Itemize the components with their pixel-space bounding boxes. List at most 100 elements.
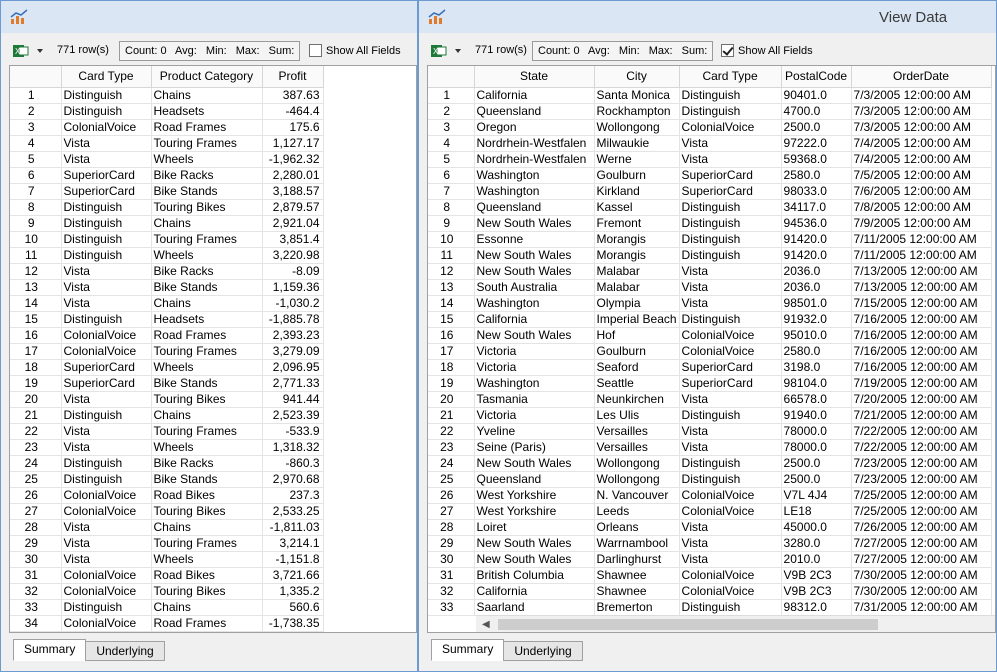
table-row[interactable]: 6 SuperiorCard Bike Racks 2,280.01	[10, 167, 324, 184]
table-cell[interactable]: 7/16/2005 12:00:00 AM	[851, 311, 992, 328]
table-cell[interactable]: British Columbia	[474, 567, 595, 584]
table-cell[interactable]: Malabar	[594, 263, 680, 280]
table-row[interactable]: 32 California Shawnee ColonialVoice V9B 2C3 7…	[428, 583, 992, 600]
table-cell[interactable]: Distinguish	[679, 247, 782, 264]
table-cell[interactable]: Distinguish	[679, 215, 782, 232]
table-cell[interactable]: 3280.0	[781, 535, 852, 552]
table-cell[interactable]: Bike Stands	[151, 471, 263, 488]
table-cell[interactable]: V9B 2C3	[781, 583, 852, 600]
table-row[interactable]: 20 Tasmania Neunkirchen Vista 66578.0 7/20/20…	[428, 391, 992, 408]
table-cell[interactable]: 2500.0	[781, 455, 852, 472]
table-cell[interactable]: Vista	[61, 535, 152, 552]
row-number[interactable]: 1	[428, 87, 475, 104]
table-row[interactable]: 31 British Columbia Shawnee ColonialVoice V9…	[428, 567, 992, 584]
table-cell[interactable]: 98033.0	[781, 183, 852, 200]
table-cell[interactable]: Distinguish	[679, 103, 782, 120]
table-cell[interactable]: Chains	[151, 599, 263, 616]
column-header[interactable]: PostalCode	[781, 66, 852, 88]
table-cell[interactable]: 3,721.66	[262, 567, 324, 584]
table-cell[interactable]: 7/27/2005 12:00:00 AM	[851, 551, 992, 568]
table-cell[interactable]: Vista	[61, 151, 152, 168]
table-cell[interactable]: 7/22/2005 12:00:00 AM	[851, 439, 992, 456]
row-number[interactable]: 27	[428, 503, 475, 520]
table-cell[interactable]: New South Wales	[474, 215, 595, 232]
row-number[interactable]: 6	[10, 167, 62, 184]
table-cell[interactable]: 2,533.25	[262, 503, 324, 520]
row-number[interactable]: 20	[10, 391, 62, 408]
table-row[interactable]: 17 Victoria Goulburn ColonialVoice 2580.0 7/1…	[428, 343, 992, 360]
table-cell[interactable]: 91420.0	[781, 247, 852, 264]
table-cell[interactable]: Distinguish	[679, 87, 782, 104]
table-cell[interactable]: 3,214.1	[262, 535, 324, 552]
row-number[interactable]: 24	[428, 455, 475, 472]
row-number[interactable]: 31	[10, 567, 62, 584]
table-cell[interactable]: Touring Bikes	[151, 503, 263, 520]
row-number[interactable]: 5	[428, 151, 475, 168]
table-cell[interactable]: New South Wales	[474, 535, 595, 552]
table-cell[interactable]: Bremerton	[594, 599, 680, 616]
table-cell[interactable]: Distinguish	[679, 599, 782, 616]
table-cell[interactable]: Rockhampton	[594, 103, 680, 120]
table-cell[interactable]: Vista	[679, 279, 782, 296]
table-cell[interactable]: Vista	[679, 551, 782, 568]
table-row[interactable]: 23 Vista Wheels 1,318.32	[10, 439, 324, 456]
row-number[interactable]: 30	[428, 551, 475, 568]
table-cell[interactable]: Bike Racks	[151, 263, 263, 280]
tab-underlying[interactable]: Underlying	[85, 641, 165, 661]
table-row[interactable]: 23 Seine (Paris) Versailles Vista 78000.0 7/2…	[428, 439, 992, 456]
table-cell[interactable]: -8.09	[262, 263, 324, 280]
table-cell[interactable]: 1,318.32	[262, 439, 324, 456]
table-cell[interactable]: ColonialVoice	[679, 503, 782, 520]
row-number[interactable]: 31	[428, 567, 475, 584]
table-cell[interactable]: Wheels	[151, 151, 263, 168]
table-row[interactable]: 3 ColonialVoice Road Frames 175.6	[10, 119, 324, 136]
table-cell[interactable]: Vista	[679, 151, 782, 168]
table-row[interactable]: 1 Distinguish Chains 387.63	[10, 87, 324, 104]
table-cell[interactable]: 78000.0	[781, 439, 852, 456]
table-cell[interactable]: Kassel	[594, 199, 680, 216]
table-cell[interactable]: Headsets	[151, 103, 263, 120]
table-cell[interactable]: 2010.0	[781, 551, 852, 568]
table-cell[interactable]: -860.3	[262, 455, 324, 472]
table-row[interactable]: 4 Vista Touring Frames 1,127.17	[10, 135, 324, 152]
table-row[interactable]: 14 Vista Chains -1,030.2	[10, 295, 324, 312]
row-number[interactable]: 23	[428, 439, 475, 456]
table-row[interactable]: 15 Distinguish Headsets -1,885.78	[10, 311, 324, 328]
table-cell[interactable]: -1,030.2	[262, 295, 324, 312]
table-cell[interactable]: 7/4/2005 12:00:00 AM	[851, 151, 992, 168]
row-number[interactable]: 7	[10, 183, 62, 200]
table-cell[interactable]: ColonialVoice	[679, 487, 782, 504]
table-cell[interactable]: 2,879.57	[262, 199, 324, 216]
table-row[interactable]: 21 Victoria Les Ulis Distinguish 91940.0 7/21…	[428, 407, 992, 424]
table-cell[interactable]: Bike Stands	[151, 279, 263, 296]
table-row[interactable]: 7 SuperiorCard Bike Stands 3,188.57	[10, 183, 324, 200]
table-cell[interactable]: -533.9	[262, 423, 324, 440]
table-cell[interactable]: Olympia	[594, 295, 680, 312]
table-cell[interactable]: Milwaukie	[594, 135, 680, 152]
table-cell[interactable]: 3,851.4	[262, 231, 324, 248]
table-cell[interactable]: ColonialVoice	[61, 615, 152, 632]
table-cell[interactable]: Darlinghurst	[594, 551, 680, 568]
row-number[interactable]: 25	[428, 471, 475, 488]
row-number[interactable]: 19	[10, 375, 62, 392]
row-number[interactable]: 12	[10, 263, 62, 280]
table-row[interactable]: 18 SuperiorCard Wheels 2,096.95	[10, 359, 324, 376]
table-cell[interactable]: Touring Bikes	[151, 199, 263, 216]
row-number[interactable]: 26	[428, 487, 475, 504]
row-number[interactable]: 8	[10, 199, 62, 216]
table-cell[interactable]: SuperiorCard	[61, 375, 152, 392]
table-row[interactable]: 1 California Santa Monica Distinguish 90401.…	[428, 87, 992, 104]
table-cell[interactable]: Distinguish	[61, 231, 152, 248]
table-cell[interactable]: -1,885.78	[262, 311, 324, 328]
table-cell[interactable]: 7/9/2005 12:00:00 AM	[851, 215, 992, 232]
row-number[interactable]: 7	[428, 183, 475, 200]
table-cell[interactable]: 2,096.95	[262, 359, 324, 376]
table-cell[interactable]: SuperiorCard	[61, 167, 152, 184]
table-row[interactable]: 17 ColonialVoice Touring Frames 3,279.09	[10, 343, 324, 360]
table-row[interactable]: 21 Distinguish Chains 2,523.39	[10, 407, 324, 424]
row-number[interactable]: 4	[428, 135, 475, 152]
table-cell[interactable]: 2580.0	[781, 167, 852, 184]
table-cell[interactable]: Hof	[594, 327, 680, 344]
table-cell[interactable]: Seine (Paris)	[474, 439, 595, 456]
table-cell[interactable]: Vista	[679, 135, 782, 152]
